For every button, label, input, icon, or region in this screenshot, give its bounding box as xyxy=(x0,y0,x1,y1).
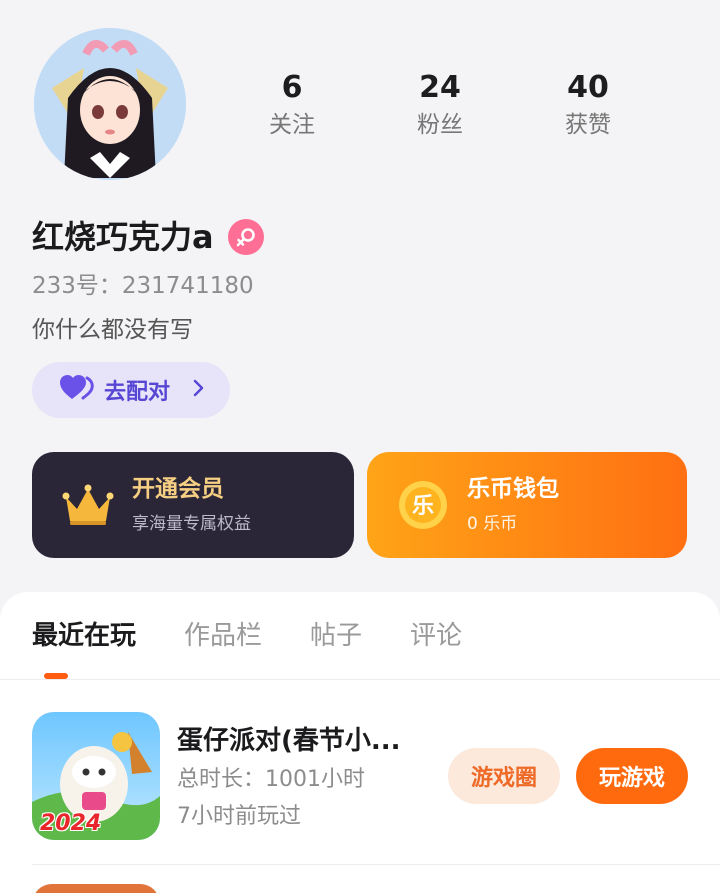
stat-followers-label: 粉丝 xyxy=(417,112,463,138)
heart-icon xyxy=(60,375,94,405)
match-button-label: 去配对 xyxy=(104,380,171,405)
vip-card[interactable]: 开通会员 享海量专属权益 xyxy=(32,452,354,558)
nickname: 红烧巧克力a xyxy=(32,218,214,256)
avatar[interactable] xyxy=(34,28,186,180)
tab-recent-games[interactable]: 最近在玩 xyxy=(32,616,136,656)
tab-comments[interactable]: 评论 xyxy=(410,616,462,656)
tabs-divider xyxy=(0,679,720,680)
match-button[interactable]: 去配对 xyxy=(32,362,230,418)
stat-likes-count: 40 xyxy=(567,70,609,105)
vip-card-title: 开通会员 xyxy=(132,476,224,502)
wallet-card-title: 乐币钱包 xyxy=(467,476,559,502)
game-play-duration: 总时长：1001小时 xyxy=(177,767,365,792)
wallet-card[interactable]: 乐 乐币钱包 0 乐币 xyxy=(367,452,687,558)
profile-tabs: 最近在玩 作品栏 帖子 评论 xyxy=(32,616,510,656)
play-game-button[interactable]: 玩游戏 xyxy=(576,748,688,804)
wallet-balance: 0 乐币 xyxy=(467,514,518,534)
vip-card-subtitle: 享海量专属权益 xyxy=(132,514,251,534)
avatar-illustration xyxy=(34,28,186,180)
stat-following[interactable]: 6 关注 xyxy=(218,70,366,140)
coin-icon-char: 乐 xyxy=(412,494,434,519)
game-circle-button[interactable]: 游戏圈 xyxy=(448,748,560,804)
stat-following-count: 6 xyxy=(281,70,303,105)
coin-icon: 乐 xyxy=(393,475,453,535)
game-title: 蛋仔派对(春节小... xyxy=(177,726,401,756)
chevron-right-icon xyxy=(192,379,204,401)
tab-works[interactable]: 作品栏 xyxy=(184,616,262,656)
crown-icon xyxy=(58,475,118,535)
user-id: 233号：231741180 xyxy=(32,273,254,299)
stat-followers-count: 24 xyxy=(419,70,461,105)
stat-likes[interactable]: 40 获赞 xyxy=(514,70,662,140)
next-game-icon[interactable] xyxy=(32,884,160,893)
stats-row: 6 关注 24 粉丝 40 获赞 xyxy=(218,70,662,140)
stat-followers[interactable]: 24 粉丝 xyxy=(366,70,514,140)
nickname-row: 红烧巧克力a xyxy=(32,216,264,258)
list-item[interactable]: 2024 蛋仔派对(春节小... 总时长：1001小时 7小时前玩过 游戏圈 玩… xyxy=(32,712,692,840)
game-icon-badge: 2024 xyxy=(40,811,102,836)
tab-posts[interactable]: 帖子 xyxy=(310,616,362,656)
game-icon[interactable]: 2024 xyxy=(32,712,160,840)
profile-page: 6 关注 24 粉丝 40 获赞 红烧巧克力a 233号：231741180 你… xyxy=(0,0,720,893)
stat-likes-label: 获赞 xyxy=(565,112,611,138)
stat-following-label: 关注 xyxy=(269,112,315,138)
female-gender-icon xyxy=(227,219,264,255)
user-bio: 你什么都没有写 xyxy=(32,317,193,343)
row-divider xyxy=(32,864,720,865)
game-last-played: 7小时前玩过 xyxy=(177,804,301,829)
